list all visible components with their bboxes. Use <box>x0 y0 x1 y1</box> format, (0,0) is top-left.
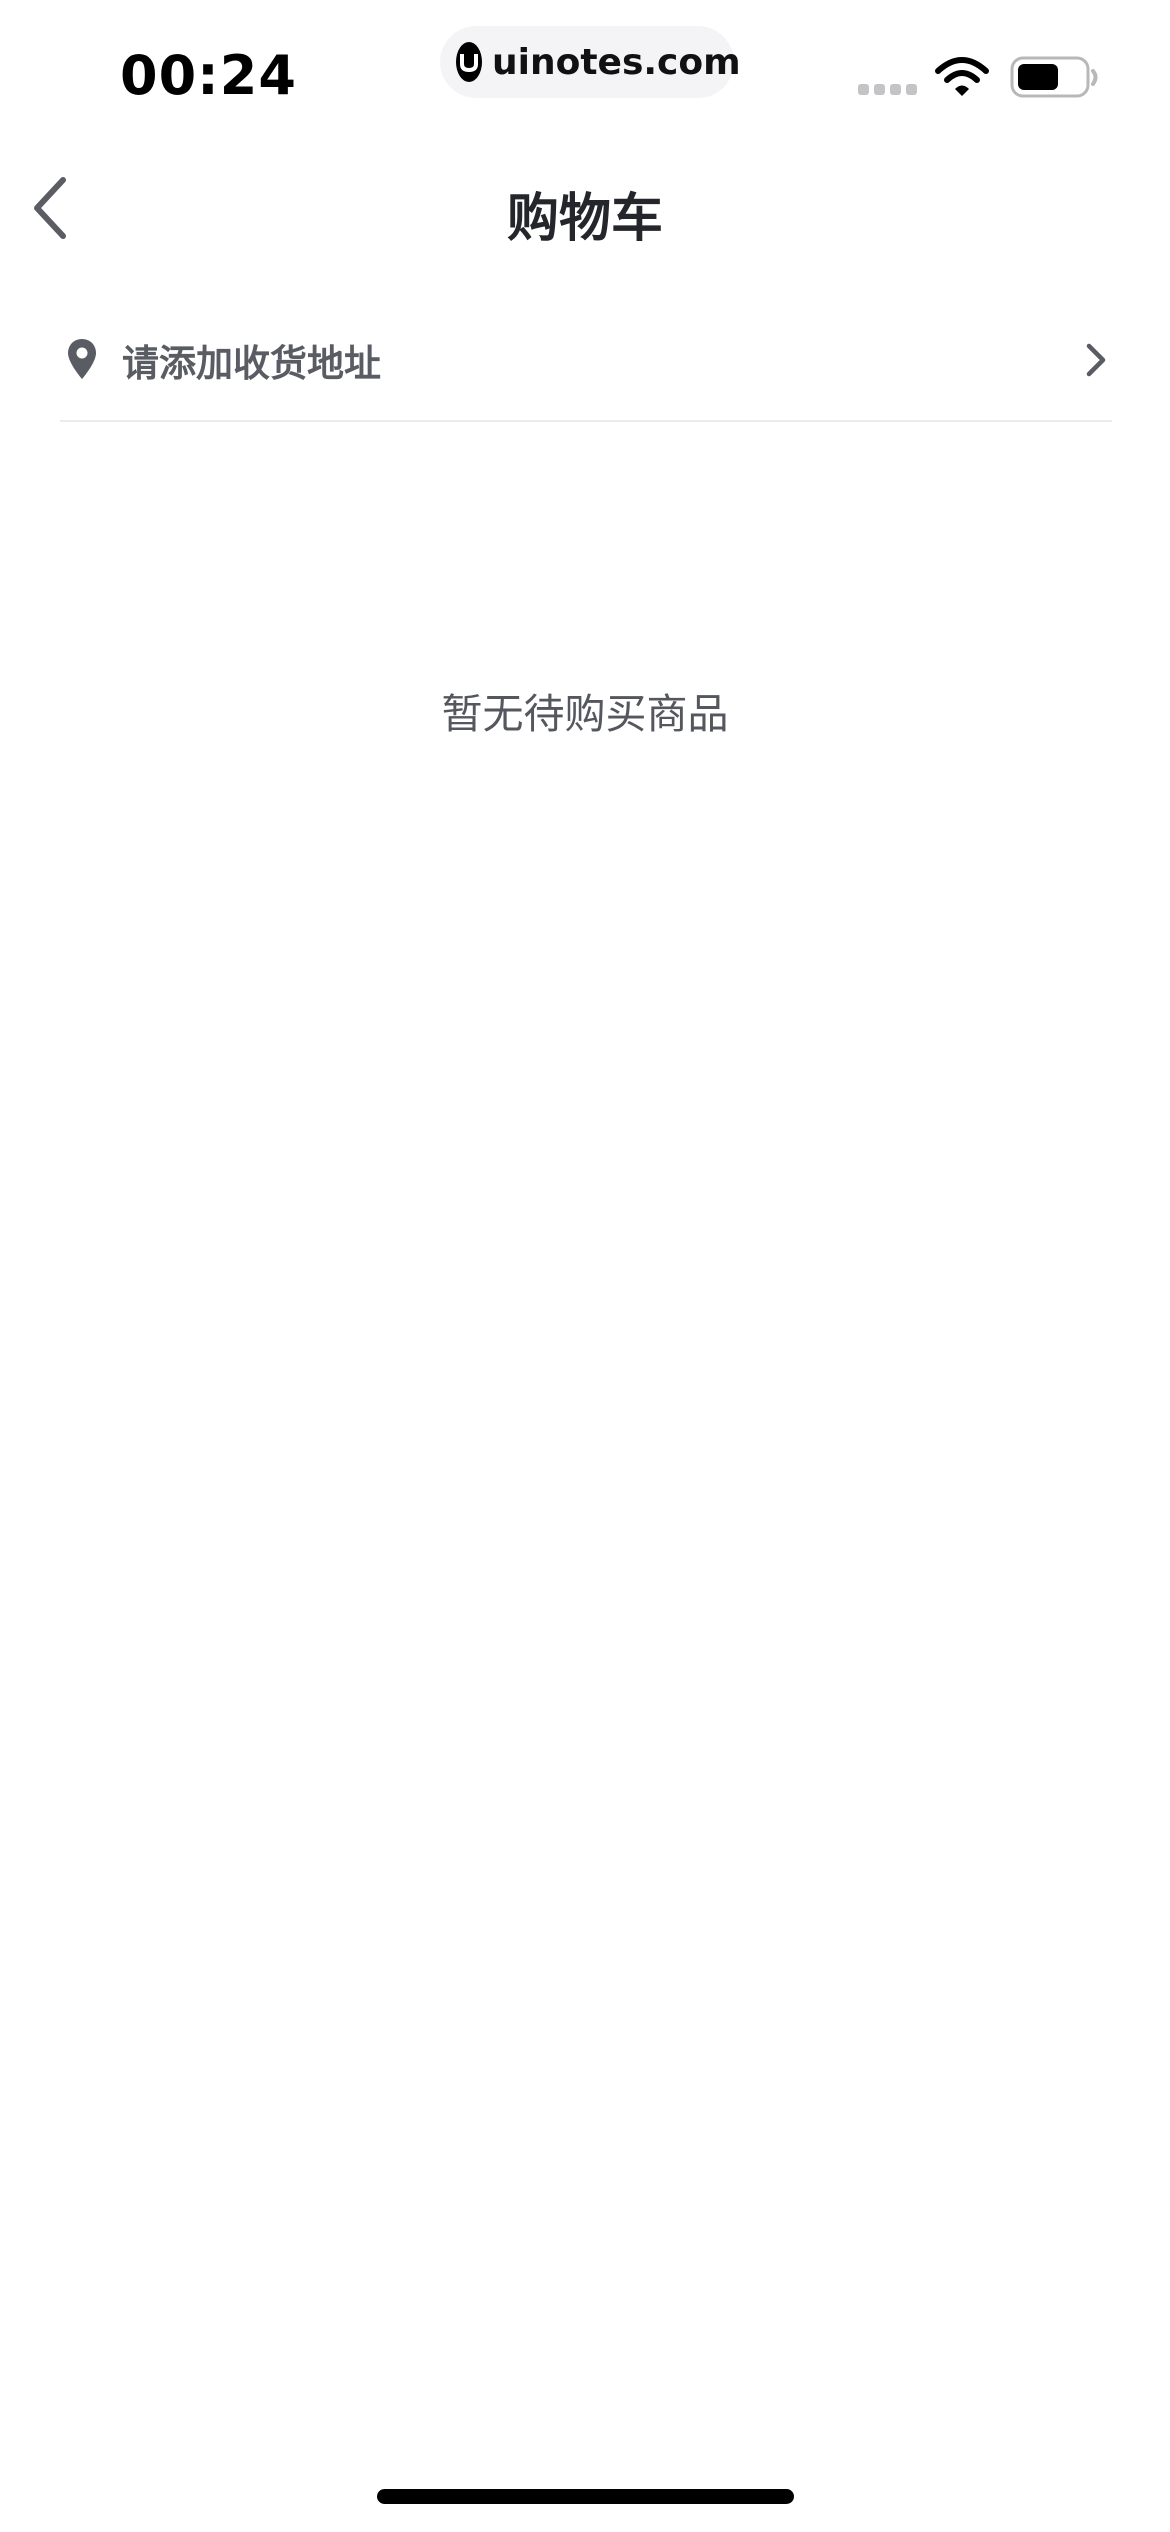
status-bar: 00:24 uinotes.com <box>0 0 1170 150</box>
cart-screen: 00:24 uinotes.com 购物车 请添加收货地址 暂无待购买商品 <box>0 0 1170 2532</box>
home-indicator[interactable] <box>377 2489 794 2504</box>
site-logo-icon <box>456 42 482 82</box>
chevron-right-icon <box>1080 340 1112 380</box>
status-time: 00:24 <box>120 44 297 107</box>
add-address-row[interactable]: 请添加收货地址 <box>60 300 1112 422</box>
url-text: uinotes.com <box>492 41 741 83</box>
battery-icon <box>1010 56 1100 104</box>
location-pin-icon <box>66 337 102 383</box>
page-title: 购物车 <box>506 189 663 249</box>
url-pill[interactable]: uinotes.com <box>440 26 741 98</box>
address-label: 请添加收货地址 <box>122 342 381 385</box>
nav-header: 购物车 <box>0 150 1170 270</box>
wifi-icon <box>934 55 990 103</box>
empty-cart-message: 暂无待购买商品 <box>441 690 729 738</box>
signal-icon <box>858 84 917 95</box>
